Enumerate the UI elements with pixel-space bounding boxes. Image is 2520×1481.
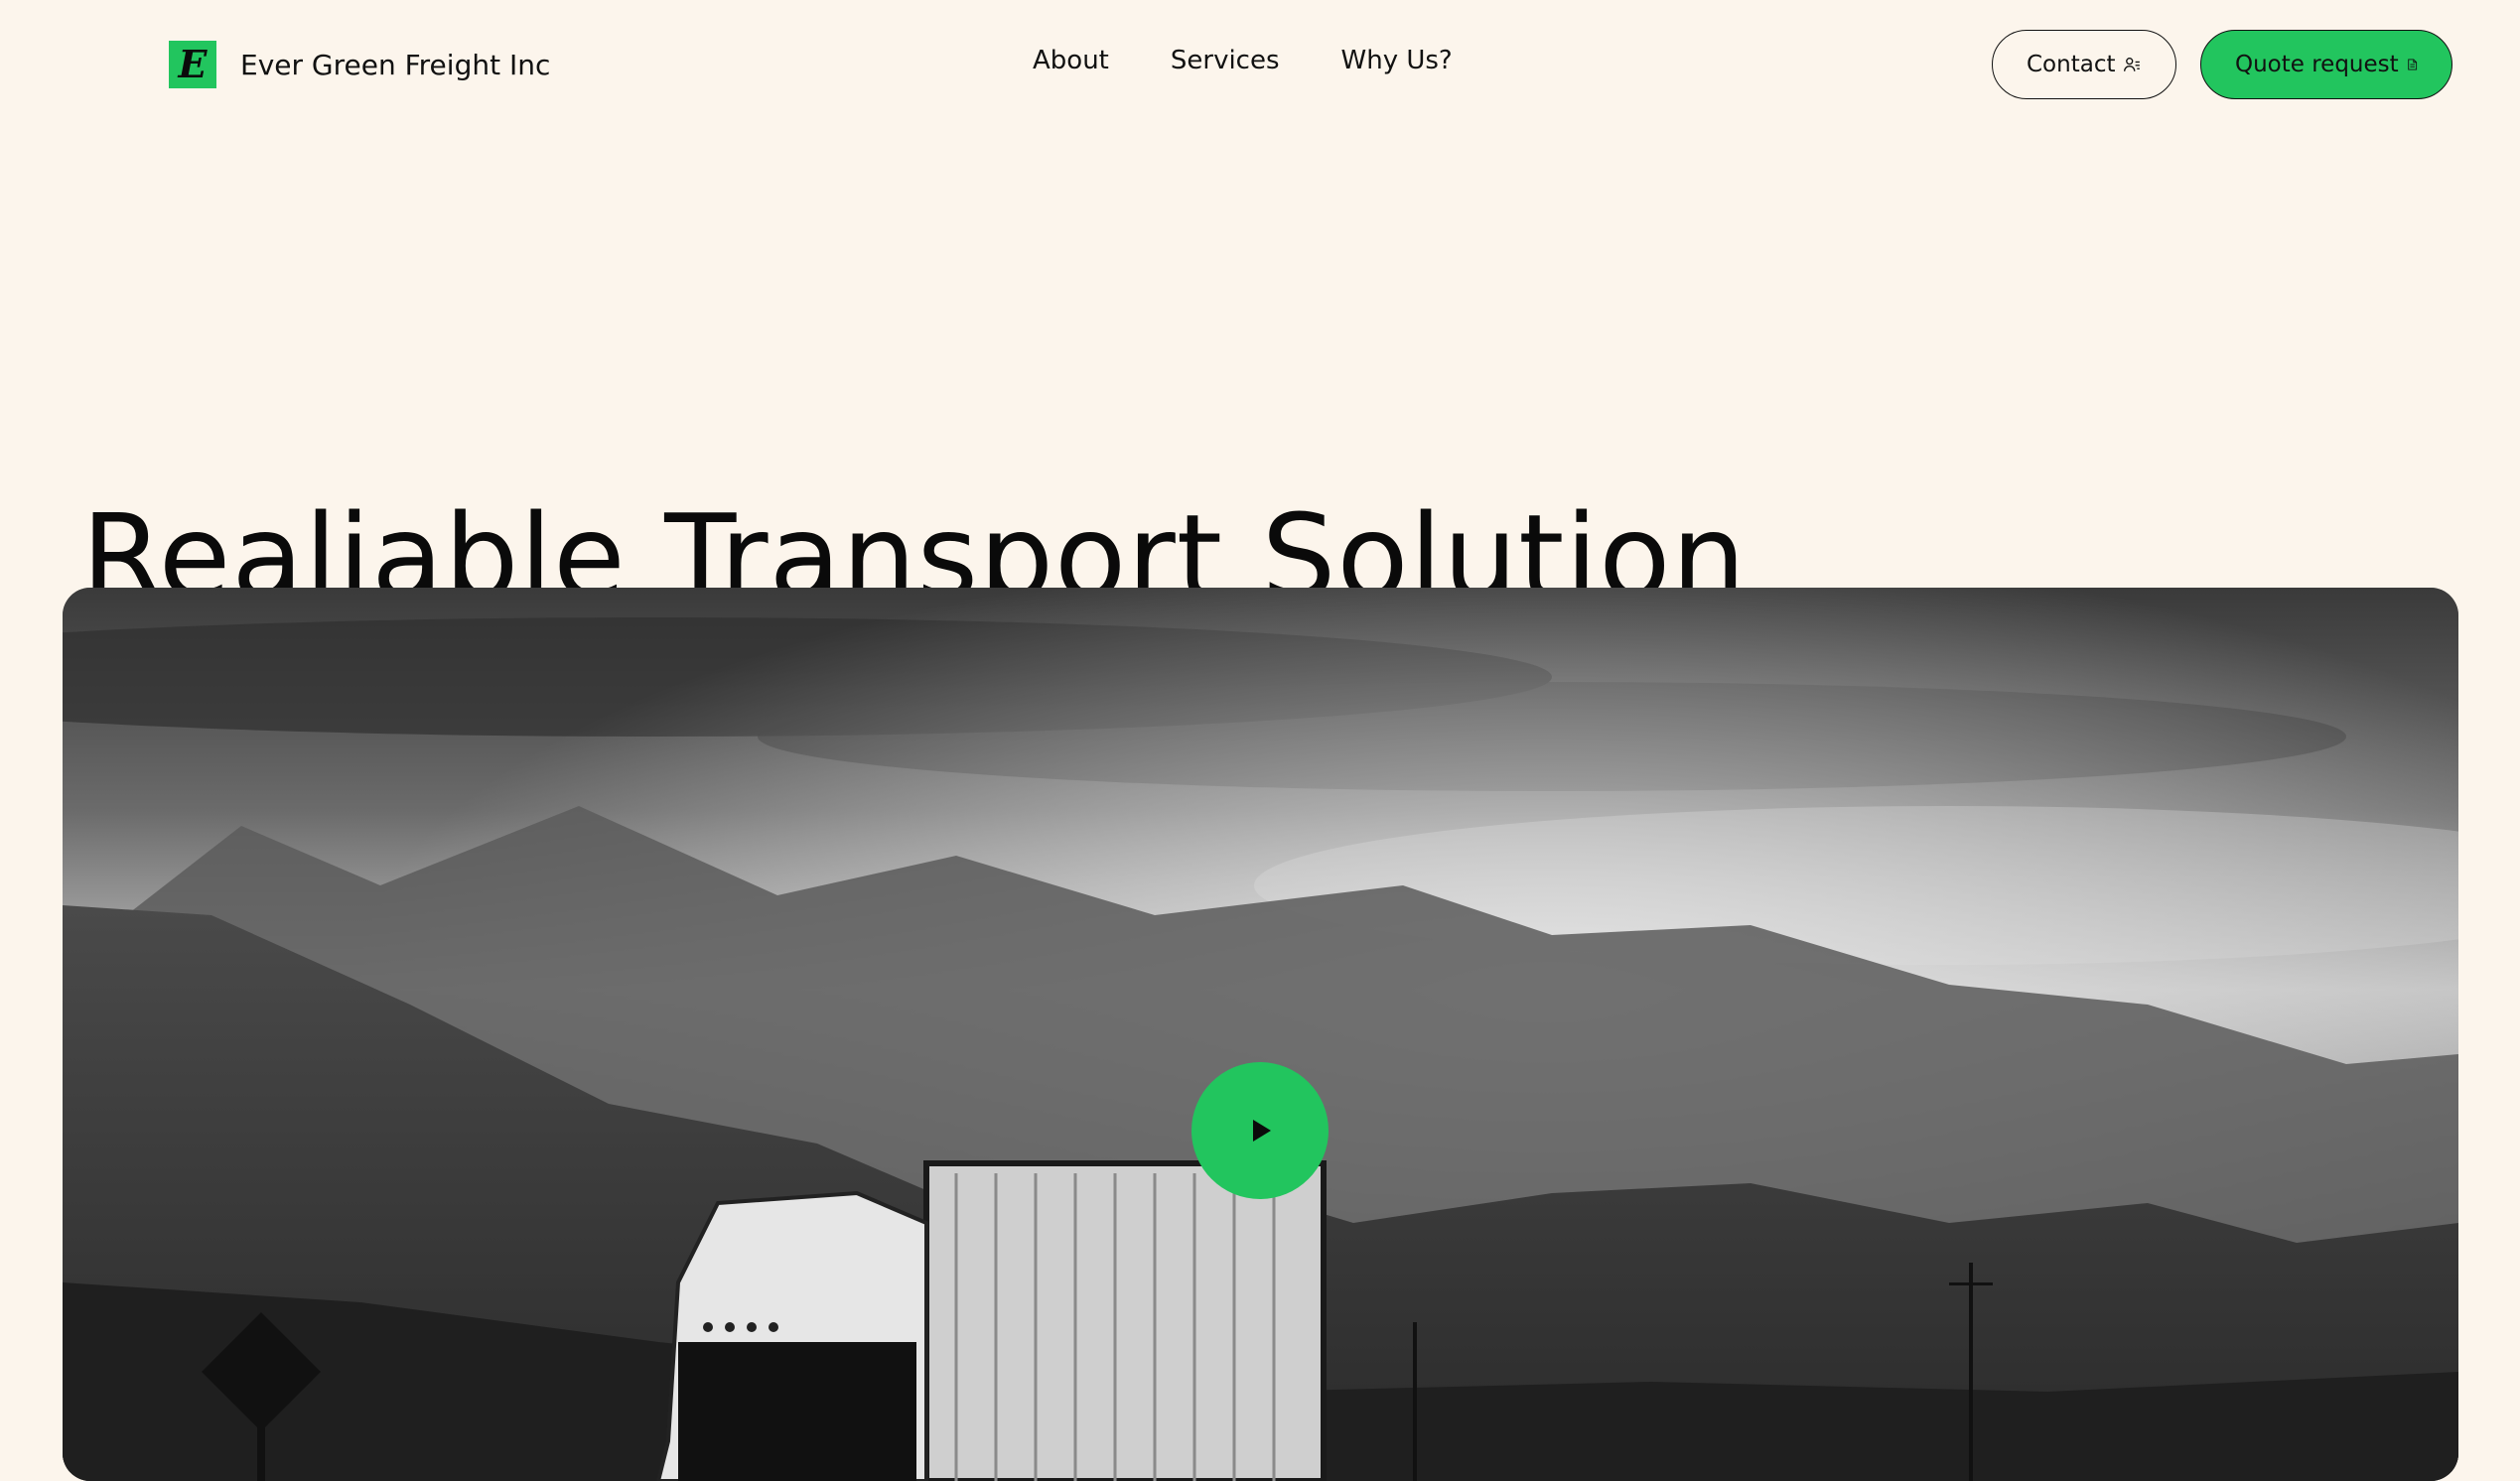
brand-name: Ever Green Freight Inc <box>240 48 551 81</box>
main-nav: About Services Why Us? <box>1033 46 1514 75</box>
hero-video[interactable] <box>63 588 2458 1481</box>
nav-link-services[interactable]: Services <box>1171 46 1280 75</box>
nav-link-why-us[interactable]: Why Us? <box>1341 46 1453 75</box>
quote-request-button[interactable]: Quote request <box>2200 30 2452 99</box>
site-header: E Ever Green Freight Inc About Services … <box>0 0 2520 129</box>
quote-request-label: Quote request <box>2235 52 2399 77</box>
brand[interactable]: E Ever Green Freight Inc <box>169 40 550 89</box>
contact-button[interactable]: Contact <box>1992 30 2176 99</box>
header-actions: Contact Quote request <box>1992 30 2452 99</box>
contact-button-label: Contact <box>2027 52 2116 77</box>
nav-link-about[interactable]: About <box>1033 46 1109 75</box>
hero-background-image <box>63 588 2458 1481</box>
play-icon <box>1253 1120 1271 1142</box>
logo-letter: E <box>178 42 208 86</box>
document-icon <box>2407 59 2417 70</box>
contact-list-icon <box>2124 58 2141 71</box>
logo: E <box>169 41 216 88</box>
play-button[interactable] <box>1191 1062 1329 1199</box>
